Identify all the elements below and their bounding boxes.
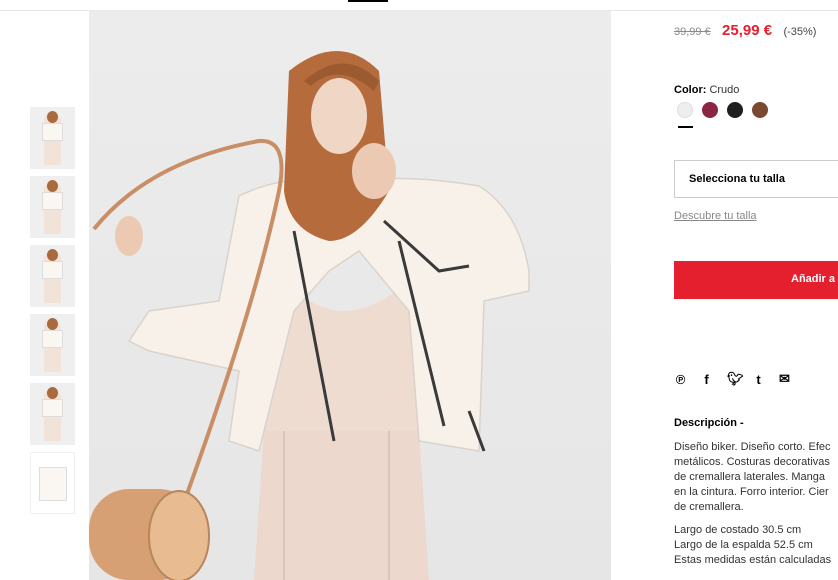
price-row: 39,99 € 25,99 € (-35%) <box>674 22 816 39</box>
description-text: Diseño biker. Diseño corto. Efec metálic… <box>674 440 838 568</box>
product-main-image[interactable] <box>89 11 611 580</box>
size-select[interactable]: Selecciona tu talla <box>674 160 838 198</box>
description-line: de cremallera laterales. Manga <box>674 471 826 483</box>
thumbnail-1[interactable] <box>30 107 75 169</box>
thumbnail-2[interactable] <box>30 176 75 238</box>
email-icon[interactable]: ✉ <box>779 371 790 387</box>
tumblr-icon[interactable]: t <box>753 372 764 387</box>
color-label-title: Color: <box>674 84 707 96</box>
twitter-icon[interactable]: 🐦︎ <box>727 371 744 387</box>
measure-line: Largo de costado 30.5 cm <box>674 524 802 536</box>
thumbnail-4[interactable] <box>30 314 75 376</box>
sale-price: 25,99 € <box>722 22 773 39</box>
swatch-crudo[interactable] <box>677 102 693 118</box>
description-line: en la cintura. Forro interior. Cier <box>674 486 829 498</box>
description-title: Descripción - <box>674 417 744 429</box>
add-to-cart-button[interactable]: Añadir a <box>674 261 838 299</box>
size-guide-link[interactable]: Descubre tu talla <box>674 210 757 222</box>
selected-swatch-indicator <box>678 126 693 128</box>
product-info-panel: 39,99 € 25,99 € (-35%) Color: Crudo Sele… <box>674 0 838 580</box>
description-line: de cremallera. <box>674 501 744 513</box>
swatch-burgundy[interactable] <box>702 102 718 118</box>
model-illustration <box>89 51 530 580</box>
pinterest-icon[interactable]: ℗ <box>675 372 686 387</box>
thumbnail-3[interactable] <box>30 245 75 307</box>
measure-line: Largo de la espalda 52.5 cm <box>674 539 813 551</box>
discount-badge: (-35%) <box>783 26 817 38</box>
thumbnail-gallery <box>30 107 76 521</box>
description-line: Diseño biker. Diseño corto. Efec <box>674 441 831 453</box>
color-swatches <box>677 102 768 118</box>
thumbnail-5[interactable] <box>30 383 75 445</box>
color-value: Crudo <box>709 84 740 96</box>
header-active-indicator <box>348 0 388 2</box>
share-icons: ℗ f 🐦︎ t ✉ <box>675 371 790 387</box>
swatch-brown[interactable] <box>752 102 768 118</box>
description-line: metálicos. Costuras decorativas <box>674 456 830 468</box>
color-label: Color: Crudo <box>674 84 739 96</box>
measure-line: Estas medidas están calculadas <box>674 554 832 566</box>
swatch-black[interactable] <box>727 102 743 118</box>
facebook-icon[interactable]: f <box>701 372 712 387</box>
old-price: 39,99 € <box>674 26 711 38</box>
thumbnail-6[interactable] <box>30 452 75 514</box>
